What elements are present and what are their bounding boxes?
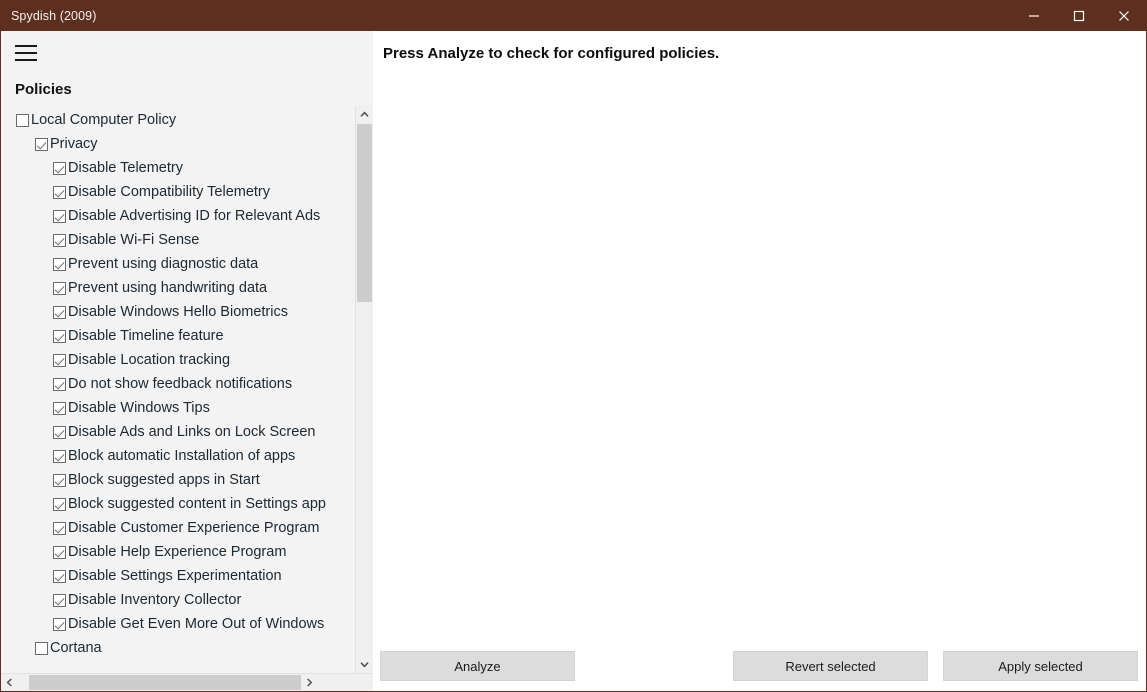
maximize-button[interactable]	[1056, 1, 1101, 31]
tree-item-label: Do not show feedback notifications	[68, 376, 293, 392]
tree-item[interactable]: Disable Inventory Collector	[1, 588, 355, 612]
hamburger-icon[interactable]	[15, 45, 37, 61]
checkbox-checked[interactable]	[53, 593, 66, 607]
checkbox-checked[interactable]	[53, 401, 66, 415]
tree-item[interactable]: Privacy	[1, 132, 355, 156]
vertical-scrollbar[interactable]	[355, 106, 373, 673]
checkbox-unchecked[interactable]	[16, 113, 29, 127]
tree-item[interactable]: Disable Ads and Links on Lock Screen	[1, 420, 355, 444]
tree-item[interactable]: Disable Compatibility Telemetry	[1, 180, 355, 204]
tree-item-label: Privacy	[50, 136, 98, 152]
scroll-up-button[interactable]	[356, 106, 373, 123]
scroll-right-button[interactable]	[301, 674, 318, 691]
tree-item[interactable]: Disable Windows Hello Biometrics	[1, 300, 355, 324]
checkbox-unchecked[interactable]	[35, 641, 48, 655]
tree-item-label: Disable Windows Tips	[68, 400, 210, 416]
window-body: Policies Local Computer Policy Privacy Dis…	[1, 31, 1146, 691]
tree-item-label: Disable Advertising ID for Relevant Ads	[68, 208, 321, 224]
checkbox-checked[interactable]	[53, 449, 66, 463]
tree-item-label: Local Computer Policy	[31, 112, 177, 128]
policies-sidebar: Policies Local Computer Policy Privacy Dis…	[1, 31, 373, 691]
checkbox-checked[interactable]	[53, 617, 66, 631]
tree-item-label: Disable Location tracking	[68, 352, 231, 368]
status-message: Press Analyze to check for configured po…	[383, 45, 720, 62]
checkbox-checked[interactable]	[53, 473, 66, 487]
tree-item[interactable]: Disable Help Experience Program	[1, 540, 355, 564]
tree-item[interactable]: Disable Customer Experience Program	[1, 516, 355, 540]
tree-item-label: Disable Inventory Collector	[68, 592, 242, 608]
policy-tree-wrapper: Local Computer Policy Privacy Disable Tele…	[1, 106, 373, 673]
tree-item[interactable]: Do not show feedback notifications	[1, 372, 355, 396]
tree-item-label: Block suggested content in Settings app	[68, 496, 326, 512]
checkbox-checked[interactable]	[53, 281, 66, 295]
checkbox-checked[interactable]	[53, 497, 66, 511]
tree-item-label: Block suggested apps in Start	[68, 472, 260, 488]
horizontal-scrollbar-thumb[interactable]	[29, 675, 311, 690]
page-title: Policies	[15, 81, 72, 98]
tree-item-label: Disable Wi-Fi Sense	[68, 232, 200, 248]
vertical-scrollbar-thumb[interactable]	[357, 124, 372, 302]
tree-item-label: Disable Compatibility Telemetry	[68, 184, 271, 200]
tree-item[interactable]: Disable Wi-Fi Sense	[1, 228, 355, 252]
checkbox-checked[interactable]	[53, 569, 66, 583]
tree-item[interactable]: Disable Location tracking	[1, 348, 355, 372]
tree-item[interactable]: Disable Advertising ID for Relevant Ads	[1, 204, 355, 228]
checkbox-checked[interactable]	[53, 185, 66, 199]
checkbox-checked[interactable]	[53, 305, 66, 319]
apply-selected-button[interactable]: Apply selected	[943, 651, 1138, 681]
minimize-button[interactable]	[1011, 1, 1056, 31]
scroll-down-button[interactable]	[356, 656, 373, 673]
checkbox-checked[interactable]	[53, 161, 66, 175]
horizontal-scrollbar[interactable]	[1, 673, 373, 691]
tree-item-label: Disable Windows Hello Biometrics	[68, 304, 288, 320]
checkbox-checked[interactable]	[35, 137, 48, 151]
tree-item[interactable]: Prevent using diagnostic data	[1, 252, 355, 276]
action-button-bar: Analyze Revert selected Apply selected	[373, 644, 1146, 691]
tree-item[interactable]: Block automatic Installation of apps	[1, 444, 355, 468]
tree-item[interactable]: Disable Settings Experimentation	[1, 564, 355, 588]
checkbox-checked[interactable]	[53, 521, 66, 535]
tree-item-label: Disable Telemetry	[68, 160, 183, 176]
tree-item[interactable]: Local Computer Policy	[1, 108, 355, 132]
main-content: Press Analyze to check for configured po…	[373, 31, 1146, 691]
tree-item[interactable]: Prevent using handwriting data	[1, 276, 355, 300]
tree-item-label: Disable Ads and Links on Lock Screen	[68, 424, 316, 440]
revert-selected-button[interactable]: Revert selected	[733, 651, 928, 681]
tree-item-label: Disable Get Even More Out of Windows	[68, 616, 325, 632]
tree-item-label: Cortana	[50, 640, 102, 656]
tree-item-label: Disable Timeline feature	[68, 328, 224, 344]
tree-item-label: Disable Help Experience Program	[68, 544, 287, 560]
results-area	[373, 62, 1146, 644]
close-button[interactable]	[1101, 1, 1146, 31]
window-title: Spydish (2009)	[11, 9, 97, 23]
checkbox-checked[interactable]	[53, 329, 66, 343]
policy-tree[interactable]: Local Computer Policy Privacy Disable Tele…	[1, 106, 355, 673]
checkbox-checked[interactable]	[53, 353, 66, 367]
checkbox-checked[interactable]	[53, 257, 66, 271]
scroll-left-button[interactable]	[1, 674, 18, 691]
tree-item-label: Block automatic Installation of apps	[68, 448, 296, 464]
tree-item-label: Disable Settings Experimentation	[68, 568, 282, 584]
tree-item[interactable]: Disable Windows Tips	[1, 396, 355, 420]
checkbox-checked[interactable]	[53, 209, 66, 223]
checkbox-checked[interactable]	[53, 377, 66, 391]
checkbox-checked[interactable]	[53, 425, 66, 439]
tree-item[interactable]: Block suggested content in Settings app	[1, 492, 355, 516]
app-window: Spydish (2009) Policies Local Computer P…	[0, 0, 1147, 692]
tree-item[interactable]: Disable Telemetry	[1, 156, 355, 180]
checkbox-checked[interactable]	[53, 233, 66, 247]
tree-item[interactable]: Cortana	[1, 636, 355, 660]
tree-item[interactable]: Disable Get Even More Out of Windows	[1, 612, 355, 636]
analyze-button[interactable]: Analyze	[380, 651, 575, 681]
checkbox-checked[interactable]	[53, 545, 66, 559]
tree-item[interactable]: Disable Timeline feature	[1, 324, 355, 348]
tree-item[interactable]: Block suggested apps in Start	[1, 468, 355, 492]
title-bar: Spydish (2009)	[1, 1, 1146, 31]
tree-item-label: Prevent using handwriting data	[68, 280, 268, 296]
tree-item-label: Prevent using diagnostic data	[68, 256, 259, 272]
tree-item-label: Disable Customer Experience Program	[68, 520, 320, 536]
window-controls	[1011, 1, 1146, 31]
